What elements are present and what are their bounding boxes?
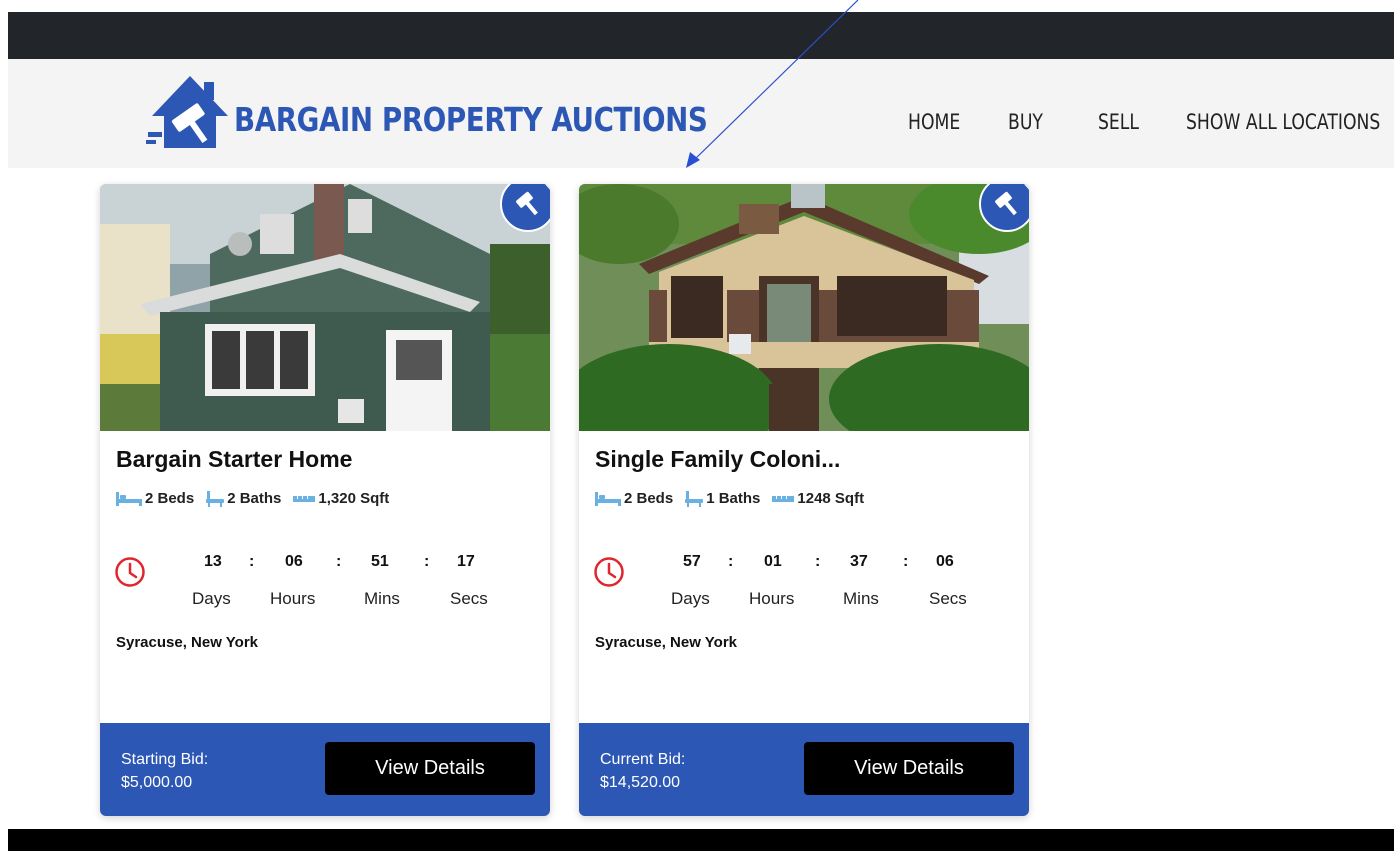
listing-photo[interactable] (579, 184, 1029, 431)
nav-show-all-locations[interactable]: SHOW ALL LOCATIONS (1186, 110, 1380, 134)
bath-icon (206, 490, 225, 507)
countdown-hours: 06 (285, 553, 303, 570)
listing-location: Syracuse, New York (116, 634, 259, 651)
countdown-labels: Days Hours Mins Secs (655, 589, 975, 613)
countdown-timer: 13 : 06 : 51 : 17 Days Hours Mins Secs (176, 553, 496, 613)
beds-label: 2 Beds (145, 490, 195, 507)
baths-label: 1 Baths (706, 490, 761, 507)
listing-photo[interactable] (100, 184, 550, 431)
bid-value: $14,520.00 (600, 774, 681, 791)
countdown-sep: : (424, 553, 430, 570)
countdown-labels: Days Hours Mins Secs (176, 589, 496, 613)
label-hours: Hours (270, 589, 316, 608)
countdown-mins: 37 (850, 553, 868, 570)
listing-title[interactable]: Bargain Starter Home (116, 446, 352, 473)
countdown-sep: : (728, 553, 734, 570)
sqft-label: 1,320 Sqft (318, 490, 390, 507)
clock-icon (594, 557, 624, 587)
countdown-values: 13 : 06 : 51 : 17 (176, 553, 496, 575)
bed-icon (116, 491, 142, 506)
countdown-secs: 06 (936, 553, 954, 570)
sqft-label: 1248 Sqft (797, 490, 865, 507)
bath-icon (685, 490, 704, 507)
label-mins: Mins (843, 589, 879, 608)
countdown-days: 13 (204, 553, 222, 570)
nav-home[interactable]: HOME (908, 110, 960, 134)
listing-location: Syracuse, New York (595, 634, 738, 651)
label-days: Days (192, 589, 231, 608)
view-details-button[interactable]: View Details (325, 742, 535, 795)
nav-sell[interactable]: SELL (1098, 110, 1139, 134)
area-icon (772, 495, 795, 502)
countdown-sep: : (815, 553, 821, 570)
card-footer: Starting Bid: $5,000.00 View Details (100, 723, 550, 816)
label-secs: Secs (450, 589, 488, 608)
area-icon (293, 495, 316, 502)
countdown-timer: 57 : 01 : 37 : 06 Days Hours Mins Secs (655, 553, 975, 613)
listing-features: 2 Beds 1 Baths 1248 Sqft (595, 490, 876, 507)
countdown-sep: : (903, 553, 909, 570)
countdown-mins: 51 (371, 553, 389, 570)
top-bar (0, 12, 1394, 59)
label-hours: Hours (749, 589, 795, 608)
gavel-icon (995, 191, 1017, 216)
countdown-hours: 01 (764, 553, 782, 570)
label-secs: Secs (929, 589, 967, 608)
bid-value: $5,000.00 (121, 774, 193, 791)
beds-label: 2 Beds (624, 490, 674, 507)
countdown-sep: : (336, 553, 342, 570)
listing-card[interactable]: Single Family Coloni... 2 Beds 1 Baths 1… (579, 184, 1029, 816)
card-footer: Current Bid: $14,520.00 View Details (579, 723, 1029, 816)
view-details-button[interactable]: View Details (804, 742, 1014, 795)
page-edge (0, 0, 8, 851)
listing-features: 2 Beds 2 Baths 1,320 Sqft (116, 490, 401, 507)
main-nav: HOME BUY SELL SHOW ALL LOCATIONS (908, 110, 1394, 134)
footer-bar (0, 829, 1394, 851)
countdown-secs: 17 (457, 553, 475, 570)
label-mins: Mins (364, 589, 400, 608)
listing-title[interactable]: Single Family Coloni... (595, 446, 840, 473)
bid-label: Current Bid: (600, 751, 686, 768)
countdown-values: 57 : 01 : 37 : 06 (655, 553, 975, 575)
house-photo-green (100, 184, 550, 431)
countdown-days: 57 (683, 553, 701, 570)
clock-icon (115, 557, 145, 587)
bed-icon (595, 491, 621, 506)
logo-house-gavel-icon (146, 76, 228, 148)
baths-label: 2 Baths (227, 490, 282, 507)
brand-name: BARGAIN PROPERTY AUCTIONS (234, 100, 708, 139)
house-photo-bungalow (579, 184, 1029, 431)
site-logo[interactable]: BARGAIN PROPERTY AUCTIONS (146, 72, 708, 152)
countdown-sep: : (249, 553, 255, 570)
nav-buy[interactable]: BUY (1008, 110, 1046, 134)
label-days: Days (671, 589, 710, 608)
gavel-icon (516, 191, 538, 216)
bid-label: Starting Bid: (121, 751, 209, 768)
listing-card[interactable]: Bargain Starter Home 2 Beds 2 Baths 1,32… (100, 184, 550, 816)
